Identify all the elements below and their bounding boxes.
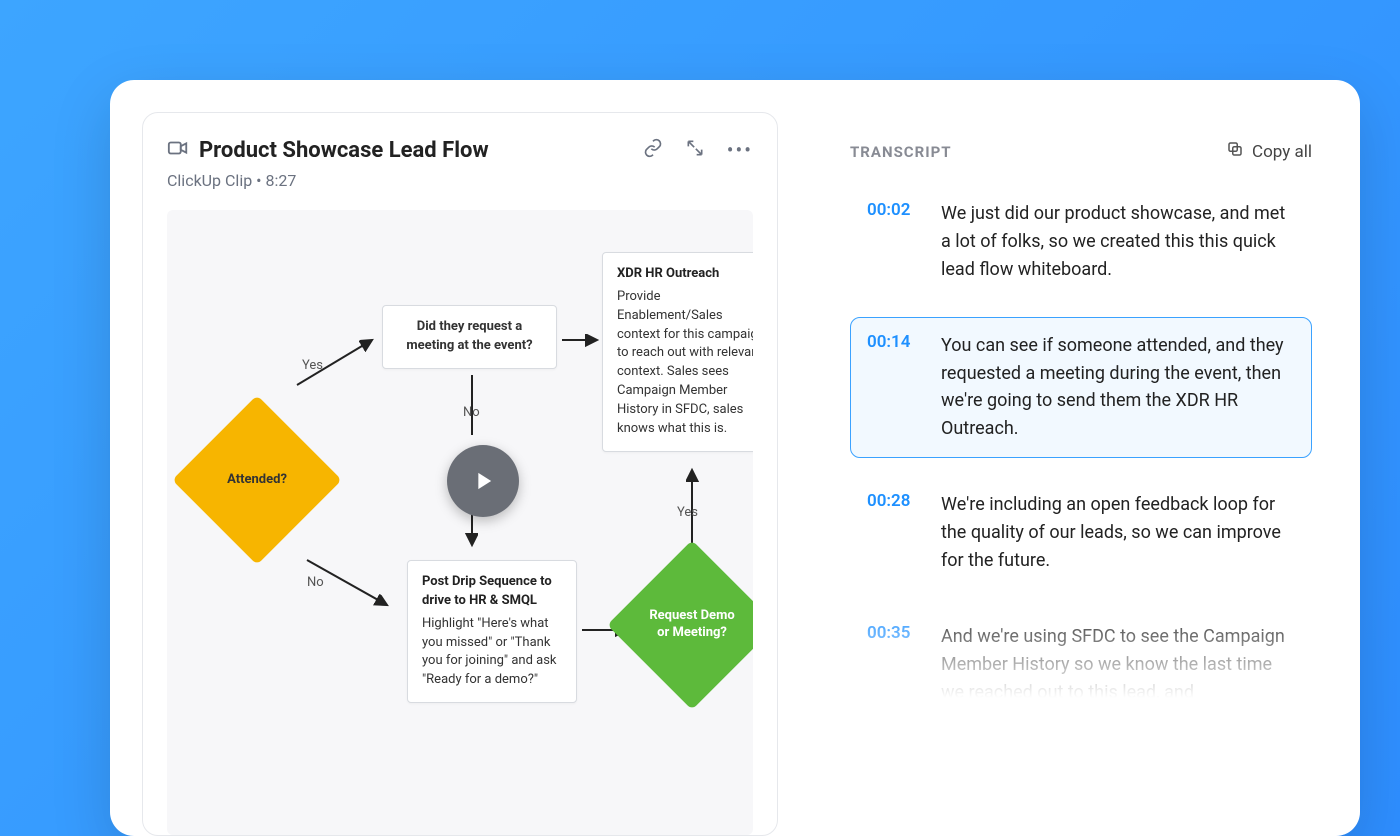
- clip-actions: •••: [643, 138, 753, 162]
- copy-all-label: Copy all: [1252, 142, 1312, 162]
- clip-subtitle: ClickUp Clip • 8:27: [167, 171, 753, 190]
- flow-node-drip: Post Drip Sequence to drive to HR & SMQL…: [407, 560, 577, 703]
- clip-card: Product Showcase Lead Flow: [142, 112, 778, 836]
- transcript-row[interactable]: 00:02 We just did our product showcase, a…: [850, 185, 1312, 299]
- flow-decision-demo: Request Demo or Meeting?: [632, 565, 752, 685]
- flow-edge-yes-right: Yes: [677, 505, 698, 520]
- expand-icon[interactable]: [685, 138, 705, 162]
- transcript-time: 00:02: [867, 200, 919, 284]
- flow-edge-no-mid: No: [463, 405, 480, 420]
- transcript-header: Transcript Copy all: [850, 140, 1312, 163]
- flow-node-xdr: XDR HR Outreach Provide Enablement/Sales…: [602, 252, 753, 452]
- transcript-text: And we're using SFDC to see the Campaign…: [941, 623, 1295, 707]
- video-icon: [167, 137, 189, 163]
- transcript-row[interactable]: 00:28 We're including an open feedback lo…: [850, 476, 1312, 590]
- transcript-time: 00:14: [867, 332, 919, 444]
- play-button[interactable]: [447, 445, 519, 517]
- flow-node-meeting-question: Did they request a meeting at the event?: [382, 305, 557, 369]
- flow-edge-yes-top: Yes: [302, 358, 323, 373]
- more-icon[interactable]: •••: [727, 140, 753, 160]
- transcript-pane: Transcript Copy all 00:02 We just did our…: [810, 80, 1360, 836]
- transcript-time: 00:35: [867, 623, 919, 707]
- transcript-row[interactable]: 00:14 You can see if someone attended, an…: [850, 317, 1312, 459]
- clip-title-group: Product Showcase Lead Flow: [167, 137, 489, 163]
- link-icon[interactable]: [643, 138, 663, 162]
- flow-edge-no-bottom: No: [307, 575, 324, 590]
- copy-all-button[interactable]: Copy all: [1226, 140, 1312, 163]
- flow-decision-attended: Attended?: [197, 420, 317, 540]
- flow-canvas: Attended? Yes No Did they request a meet…: [167, 210, 753, 835]
- transcript-text: You can see if someone attended, and the…: [941, 332, 1295, 444]
- transcript-text: We just did our product showcase, and me…: [941, 200, 1295, 284]
- clip-header: Product Showcase Lead Flow: [167, 137, 753, 163]
- app-card: Product Showcase Lead Flow: [110, 80, 1360, 836]
- clip-pane: Product Showcase Lead Flow: [110, 80, 810, 836]
- transcript-row[interactable]: 00:35 And we're using SFDC to see the Cam…: [850, 608, 1312, 722]
- transcript-title: Transcript: [850, 143, 952, 161]
- transcript-text: We're including an open feedback loop fo…: [941, 491, 1295, 575]
- transcript-time: 00:28: [867, 491, 919, 575]
- transcript-list: 00:02 We just did our product showcase, a…: [850, 185, 1312, 722]
- copy-icon: [1226, 140, 1244, 163]
- clip-title: Product Showcase Lead Flow: [199, 138, 489, 163]
